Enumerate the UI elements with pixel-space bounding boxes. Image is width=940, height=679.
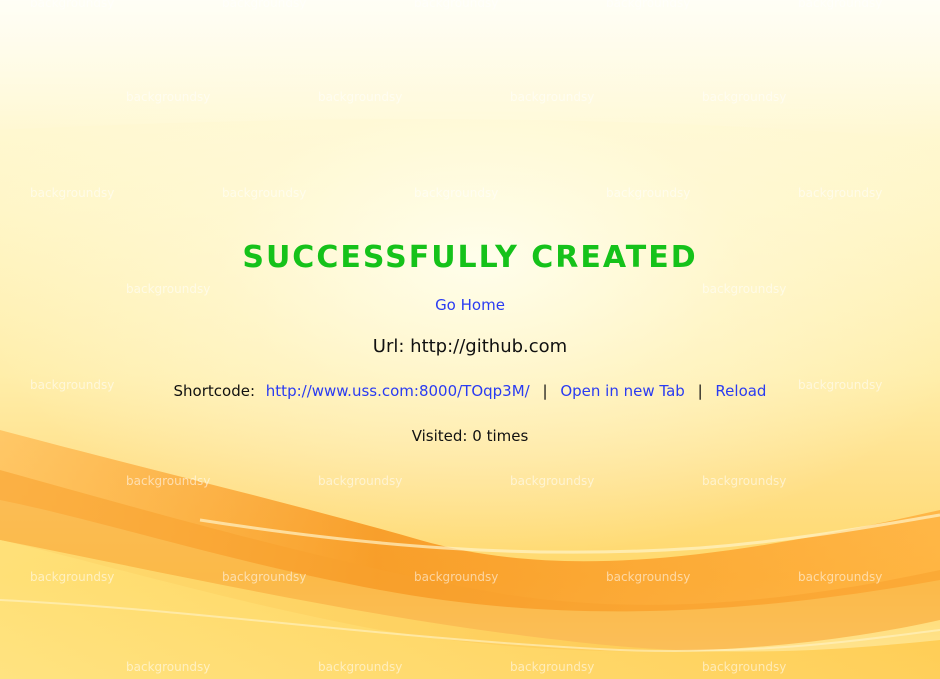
shortcode-link[interactable]: http://www.uss.com:8000/TOqp3M/ [266, 382, 530, 400]
visited-row: Visited: 0 times [0, 427, 940, 445]
watermark: backgroundsy [798, 570, 883, 584]
watermark: backgroundsy [30, 570, 115, 584]
visited-count: 0 [472, 427, 482, 445]
url-label: Url: [372, 336, 405, 357]
watermark: backgroundsy [30, 0, 115, 10]
watermark: backgroundsy [126, 474, 211, 488]
reload-link[interactable]: Reload [715, 382, 766, 400]
url-value: http://github.com [410, 336, 568, 357]
open-new-tab-link[interactable]: Open in new Tab [560, 382, 684, 400]
shortcode-row: Shortcode: http://www.uss.com:8000/TOqp3… [0, 382, 940, 400]
watermark: backgroundsy [606, 186, 691, 200]
watermark: backgroundsy [510, 474, 595, 488]
shortcode-label: Shortcode: [173, 382, 256, 400]
visited-unit: times [486, 427, 529, 445]
watermark: backgroundsy [702, 282, 787, 296]
visited-label: Visited: [411, 427, 468, 445]
watermark: backgroundsy [702, 660, 787, 674]
page-title: Successfully Created [242, 240, 698, 275]
watermark: backgroundsy [30, 186, 115, 200]
go-home-row: Go Home [0, 296, 940, 314]
watermark: backgroundsy [798, 0, 883, 10]
watermark: backgroundsy [414, 0, 499, 10]
watermark: backgroundsy [510, 90, 595, 104]
go-home-link[interactable]: Go Home [435, 296, 505, 314]
watermark: backgroundsy [702, 90, 787, 104]
watermark: backgroundsy [414, 570, 499, 584]
url-row: Url: http://github.com [0, 336, 940, 357]
watermark: backgroundsy [798, 186, 883, 200]
watermark: backgroundsy [126, 90, 211, 104]
watermark: backgroundsy [318, 474, 403, 488]
watermark: backgroundsy [318, 90, 403, 104]
watermark: backgroundsy [222, 570, 307, 584]
watermark: backgroundsy [222, 186, 307, 200]
watermark: backgroundsy [126, 660, 211, 674]
watermark: backgroundsy [510, 660, 595, 674]
watermark: backgroundsy [606, 570, 691, 584]
watermark: backgroundsy [222, 0, 307, 10]
watermark: backgroundsy [414, 186, 499, 200]
separator: | [697, 382, 703, 400]
watermark: backgroundsy [126, 282, 211, 296]
watermark: backgroundsy [702, 474, 787, 488]
separator: | [542, 382, 548, 400]
watermark: backgroundsy [318, 660, 403, 674]
watermark: backgroundsy [606, 0, 691, 10]
